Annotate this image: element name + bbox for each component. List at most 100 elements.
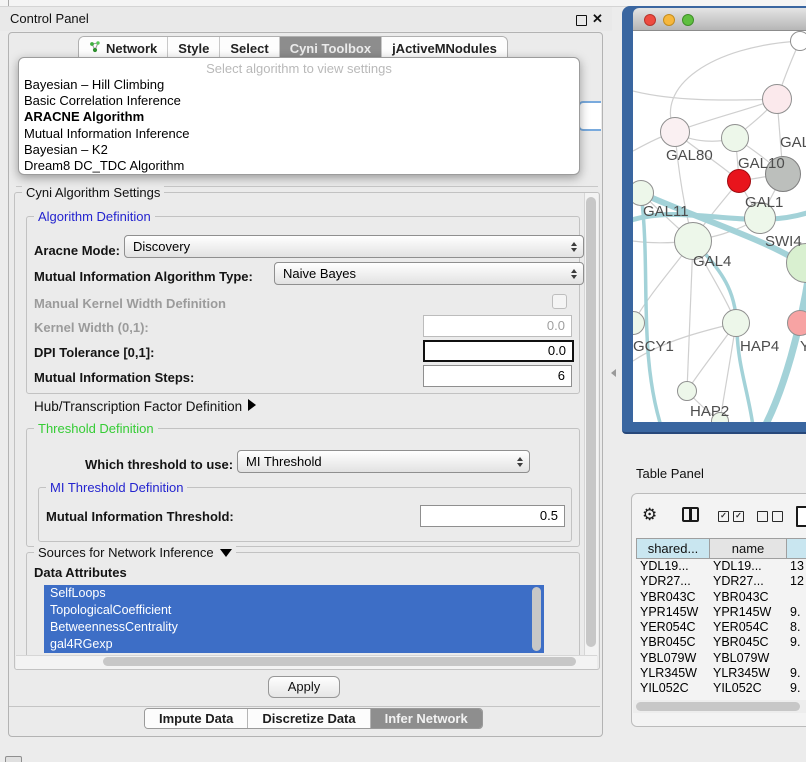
mi-steps-label: Mutual Information Steps: (34, 370, 194, 385)
cell[interactable] (786, 651, 806, 666)
cell[interactable]: 12 (786, 574, 806, 589)
menu-item-aracne[interactable]: ARACNE Algorithm (19, 109, 574, 125)
tab-select[interactable]: Select (220, 37, 279, 59)
which-threshold-select[interactable]: MI Threshold (237, 450, 530, 473)
deselect-all-columns-icon[interactable] (757, 511, 783, 522)
aracne-mode-select[interactable]: Discovery (124, 235, 584, 258)
table-row[interactable]: YBR043CYBR043C (636, 590, 806, 605)
node-hap4[interactable] (722, 309, 750, 337)
cell[interactable]: YPR145W (709, 605, 786, 620)
cell[interactable]: YLR345W (709, 666, 786, 681)
dpi-tolerance-input[interactable]: 0.0 (423, 340, 574, 362)
cell[interactable]: YIL052C (636, 681, 709, 696)
list-item[interactable]: SelfLoops (44, 585, 544, 602)
cell[interactable]: 8. (786, 620, 806, 635)
node-gal10[interactable] (721, 124, 749, 152)
export-table-icon[interactable] (796, 506, 806, 527)
node-salmon[interactable] (787, 310, 806, 336)
list-scrollbar-thumb[interactable] (532, 587, 541, 651)
cell[interactable]: YDR27... (709, 574, 786, 589)
menu-item-bayesian-hill-climbing[interactable]: Bayesian – Hill Climbing (19, 77, 574, 93)
menu-item-basic-correlation[interactable]: Basic Correlation Inference (19, 93, 574, 109)
network-canvas[interactable]: GAL GAL80 GAL10 GAL1 GAL11 SWI4 GAL4 GCY… (633, 31, 806, 422)
horizontal-scrollbar-thumb[interactable] (103, 657, 576, 666)
cell[interactable]: 9. (786, 681, 806, 696)
node-unlabeled[interactable] (790, 31, 806, 51)
table-row[interactable]: YPR145WYPR145W9. (636, 605, 806, 620)
close-icon[interactable]: ✕ (592, 11, 603, 27)
mi-algorithm-type-select[interactable]: Naive Bayes (274, 262, 584, 285)
cell[interactable]: YDL19... (636, 559, 709, 574)
tab-discretize-data[interactable]: Discretize Data (248, 709, 370, 728)
cell[interactable]: 9. (786, 605, 806, 620)
cell[interactable]: YBR043C (636, 590, 709, 605)
zoom-traffic-icon[interactable] (682, 14, 694, 26)
node-hap2[interactable] (677, 381, 697, 401)
cell[interactable]: YBL079W (709, 651, 786, 666)
tab-infer-network[interactable]: Infer Network (371, 709, 482, 728)
kernel-width-input[interactable]: 0.0 (423, 315, 572, 337)
tab-style[interactable]: Style (168, 37, 220, 59)
table-body[interactable]: YDL19...YDL19...13 YDR27...YDR27...12 YB… (636, 559, 806, 698)
cell[interactable] (786, 590, 806, 605)
cell[interactable]: YER054C (709, 620, 786, 635)
mi-steps-input[interactable]: 6 (423, 365, 572, 387)
tab-network[interactable]: Network (79, 37, 168, 59)
split-columns-icon[interactable] (682, 507, 699, 522)
menu-item-mutual-information[interactable]: Mutual Information Inference (19, 126, 574, 142)
table-hscrollbar-thumb[interactable] (636, 702, 800, 711)
cell[interactable]: YDR27... (636, 574, 709, 589)
cell[interactable]: YER054C (636, 620, 709, 635)
cell[interactable]: 9. (786, 635, 806, 650)
hub-definition-toggle[interactable]: Hub/Transcription Factor Definition (34, 399, 242, 414)
column-header-shared-name[interactable]: shared... (636, 538, 709, 559)
list-item[interactable]: BetweennessCentrality (44, 619, 544, 636)
minimize-traffic-icon[interactable] (663, 14, 675, 26)
splitter-collapse-icon[interactable] (611, 369, 616, 377)
apply-button[interactable]: Apply (268, 676, 340, 698)
vertical-scrollbar-thumb[interactable] (586, 197, 596, 647)
table-row[interactable]: YBR045CYBR045C9. (636, 635, 806, 650)
data-attributes-list[interactable]: SelfLoops TopologicalCoefficient Between… (44, 585, 544, 653)
cell[interactable]: YPR145W (636, 605, 709, 620)
collapsed-panel-icon[interactable] (5, 756, 22, 762)
mi-threshold-input[interactable]: 0.5 (420, 505, 565, 527)
cell[interactable]: YBR045C (709, 635, 786, 650)
table-row[interactable]: YBL079WYBL079W (636, 651, 806, 666)
list-item[interactable]: TopologicalCoefficient (44, 602, 544, 619)
cell[interactable]: YDL19... (709, 559, 786, 574)
network-window-titlebar[interactable] (633, 8, 806, 31)
collapse-down-icon[interactable] (220, 549, 232, 557)
tab-impute-data[interactable]: Impute Data (145, 709, 248, 728)
table-row[interactable]: YIL052CYIL052C9. (636, 681, 806, 696)
table-row[interactable]: YDR27...YDR27...12 (636, 574, 806, 589)
column-header-name[interactable]: name (709, 538, 786, 559)
node-gal80[interactable] (660, 117, 690, 147)
cell[interactable]: YBR045C (636, 635, 709, 650)
table-row[interactable]: YDL19...YDL19...13 (636, 559, 806, 574)
list-item[interactable]: gal4RGexp (44, 636, 544, 653)
node-red[interactable] (727, 169, 751, 193)
cell[interactable]: YBR043C (709, 590, 786, 605)
close-traffic-icon[interactable] (644, 14, 656, 26)
table-row[interactable]: YLR345WYLR345W9. (636, 666, 806, 681)
menu-item-dream8[interactable]: Dream8 DC_TDC Algorithm (19, 158, 574, 174)
dropdown-placeholder: Select algorithm to view settings (19, 61, 579, 76)
tab-cyni-toolbox[interactable]: Cyni Toolbox (280, 37, 382, 59)
cell[interactable]: 13 (786, 559, 806, 574)
float-window-icon[interactable] (576, 15, 587, 26)
cell[interactable]: YIL052C (709, 681, 786, 696)
node-gal-partial[interactable] (762, 84, 792, 114)
table-row[interactable]: YER054CYER054C8. (636, 620, 806, 635)
select-all-columns-icon[interactable]: ✓✓ (718, 511, 744, 522)
cell[interactable]: YLR345W (636, 666, 709, 681)
table-header: shared... name (636, 538, 806, 559)
cell[interactable]: 9. (786, 666, 806, 681)
cell[interactable]: YBL079W (636, 651, 709, 666)
manual-kernel-width-checkbox[interactable] (552, 294, 567, 309)
tab-jactivemnodules[interactable]: jActiveMNodules (382, 37, 507, 59)
menu-item-bayesian-k2[interactable]: Bayesian – K2 (19, 142, 574, 158)
expand-right-icon[interactable] (248, 399, 256, 411)
gear-icon[interactable]: ⚙ (642, 506, 657, 523)
column-header-clipped[interactable] (786, 538, 806, 559)
